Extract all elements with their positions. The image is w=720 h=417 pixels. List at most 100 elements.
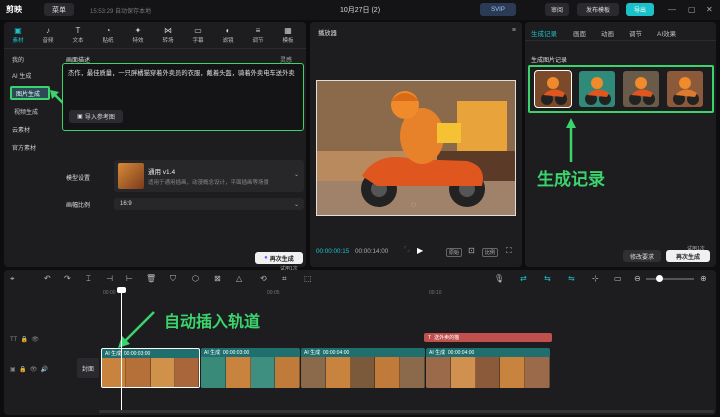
video-clip-2[interactable]: AI 生成 00:00:03:00: [201, 348, 300, 388]
tool-subtitle[interactable]: ▭ 字幕: [188, 26, 208, 44]
maximize-icon[interactable]: ▢: [688, 5, 696, 14]
minimize-icon[interactable]: —: [668, 5, 676, 14]
generated-image-list: [528, 65, 714, 113]
ratio-value: 16:9: [120, 201, 132, 207]
title-bar: 剪映 菜单 15:53:29 自动保存本地 10月27日 (2) SVIP 审阅…: [0, 0, 720, 20]
sidebar-item-official[interactable]: 官方素材: [8, 141, 58, 153]
video-preview[interactable]: [316, 80, 516, 216]
zoom-slider[interactable]: [646, 278, 694, 280]
filter-icon: ◐: [225, 26, 231, 35]
cover-button[interactable]: 封面: [77, 358, 99, 378]
undo-icon[interactable]: ↶: [44, 274, 51, 283]
tool-sticker[interactable]: ◔ 贴纸: [98, 26, 118, 44]
video-clip-1[interactable]: AI 生成 00:00:03:00: [101, 348, 200, 388]
video-clip-4[interactable]: AI 生成 00:00:04:00: [426, 348, 550, 388]
zoom-in-icon[interactable]: ⊕: [700, 274, 707, 283]
publish-template-button[interactable]: 发布模板: [577, 3, 619, 16]
link-icon[interactable]: ⇄: [520, 274, 527, 283]
sticker-icon: ◔: [105, 26, 111, 35]
zoom-slider-handle[interactable]: [656, 275, 663, 282]
tab-adjust[interactable]: 调节: [629, 28, 642, 38]
ruler-tick: 00:10: [429, 290, 442, 296]
tool-adjust[interactable]: ≡ 调节: [248, 26, 268, 44]
ratio-select[interactable]: 16:9 ⌄: [114, 198, 304, 210]
annotation-auto-insert: 自动插入轨道: [164, 314, 261, 331]
resize-icon[interactable]: ⬚: [304, 274, 312, 283]
model-select[interactable]: 通用 v1.4 适用于通用插画，动漫概念设计，平面插画等场景 ⌄: [114, 160, 304, 192]
document-title[interactable]: 10月27日 (2): [300, 5, 420, 15]
regenerate-button[interactable]: ● 再次生成: [255, 252, 303, 264]
magnet-icon[interactable]: ⇆: [544, 274, 551, 283]
more-icon[interactable]: ≡: [512, 27, 516, 34]
svip-button[interactable]: SVIP: [480, 3, 516, 16]
review-button[interactable]: 审阅: [545, 3, 569, 16]
mark-icon[interactable]: ⬡: [192, 274, 199, 283]
effects-icon: ✦: [134, 26, 142, 35]
video-track-controls[interactable]: ▣ 🔒 👁 🔊: [10, 366, 48, 373]
preview-axis-icon[interactable]: ⊹: [592, 274, 599, 283]
redo-icon[interactable]: ↷: [64, 274, 71, 283]
sidebar-item-mine[interactable]: 我的: [8, 53, 58, 65]
export-button[interactable]: 导出: [626, 3, 654, 16]
timeline-ruler[interactable]: 00:00 00:05 00:10: [99, 288, 714, 298]
crop-icon[interactable]: ⌗: [282, 274, 287, 284]
ratio-button[interactable]: 比例: [482, 248, 499, 257]
mirror-icon[interactable]: △: [236, 274, 242, 283]
split-left-icon[interactable]: ⊣: [106, 274, 113, 283]
materials-panel: ▣ 素材 ♪ 音频 T 文本 ◔ 贴纸 ✦ 特效 ⋈ 转场 ▭ 字幕 ◐ 滤镜 ≡ 调节 ▦ 模板 …: [4, 22, 306, 272]
playhead-handle[interactable]: [117, 287, 126, 293]
tab-frame[interactable]: 画面: [573, 28, 586, 38]
tool-materials[interactable]: ▣ 素材: [8, 26, 28, 44]
generated-image-4[interactable]: [667, 71, 703, 107]
menu-button[interactable]: 菜单: [44, 3, 74, 16]
subtitle-track-icon[interactable]: ▭: [614, 274, 622, 283]
bracket-icon: ⌜⌟: [404, 247, 410, 253]
original-button[interactable]: 原始: [446, 248, 463, 257]
tool-filter[interactable]: ◐ 滤镜: [218, 26, 238, 44]
annotation-generation-record: 生成记录: [537, 170, 605, 189]
text-clip-icon: T: [428, 334, 432, 341]
edit-request-button[interactable]: 修改要求: [623, 250, 661, 262]
fullscreen-icon[interactable]: ⛶: [506, 246, 512, 256]
horizontal-scrollbar[interactable]: [99, 410, 714, 413]
tab-generation-record[interactable]: 生成记录: [531, 28, 557, 38]
model-name: 通用 v1.4: [148, 169, 176, 176]
select-tool-icon[interactable]: ⌖: [10, 274, 15, 284]
generated-image-3[interactable]: [623, 71, 659, 107]
text-clip[interactable]: T 送外卖的猫: [424, 333, 552, 342]
delete-icon[interactable]: 🗑: [146, 274, 156, 283]
shield-icon[interactable]: ⛉: [170, 274, 176, 284]
arrow-annotation-icon: [566, 118, 576, 162]
tool-text[interactable]: T 文本: [68, 26, 88, 44]
fit-icon[interactable]: ⊡: [468, 246, 475, 255]
generated-image-2[interactable]: [579, 71, 615, 107]
freeze-icon[interactable]: ⊠: [214, 274, 221, 283]
adjust-icon: ≡: [255, 26, 261, 35]
playhead[interactable]: [121, 288, 122, 410]
prompt-input[interactable]: 杰作，最佳质量，一只胖橘猫穿着外卖员的衣服，戴着头盔，骑着外卖电车送外卖 ▣ 导入…: [62, 63, 304, 131]
sidebar-item-image-gen[interactable]: 图片生成: [10, 86, 50, 100]
sidebar-item-cloud[interactable]: 云素材: [8, 123, 58, 135]
rotate-icon[interactable]: ⟲: [260, 274, 267, 283]
generated-image-1[interactable]: [534, 70, 572, 108]
sidebar-item-ai[interactable]: AI 生成: [8, 69, 58, 81]
split-icon[interactable]: ⌶: [86, 274, 91, 284]
play-icon[interactable]: ▶: [417, 246, 423, 255]
regenerate-button[interactable]: 再次生成: [666, 250, 710, 262]
tab-animation[interactable]: 动画: [601, 28, 614, 38]
microphone-icon[interactable]: 🎙: [494, 274, 504, 283]
tool-audio[interactable]: ♪ 音频: [38, 26, 58, 44]
tool-template[interactable]: ▦ 模板: [278, 26, 298, 44]
player-title: 播放器: [318, 30, 337, 37]
video-clip-3[interactable]: AI 生成 00:00:04:00: [301, 348, 425, 388]
zoom-out-icon[interactable]: ⊖: [634, 274, 641, 283]
snap-icon[interactable]: ⇋: [568, 274, 575, 283]
record-title: 生成图片记录: [531, 58, 568, 64]
import-reference-button[interactable]: ▣ 导入参考图: [69, 110, 123, 123]
close-icon[interactable]: ✕: [706, 5, 713, 14]
tool-effects[interactable]: ✦ 特效: [128, 26, 148, 44]
tool-transition[interactable]: ⋈ 转场: [158, 26, 178, 44]
split-right-icon[interactable]: ⊢: [126, 274, 133, 283]
text-track-controls[interactable]: TT 🔒 👁: [10, 336, 39, 343]
tab-ai-effects[interactable]: AI效果: [657, 28, 676, 38]
